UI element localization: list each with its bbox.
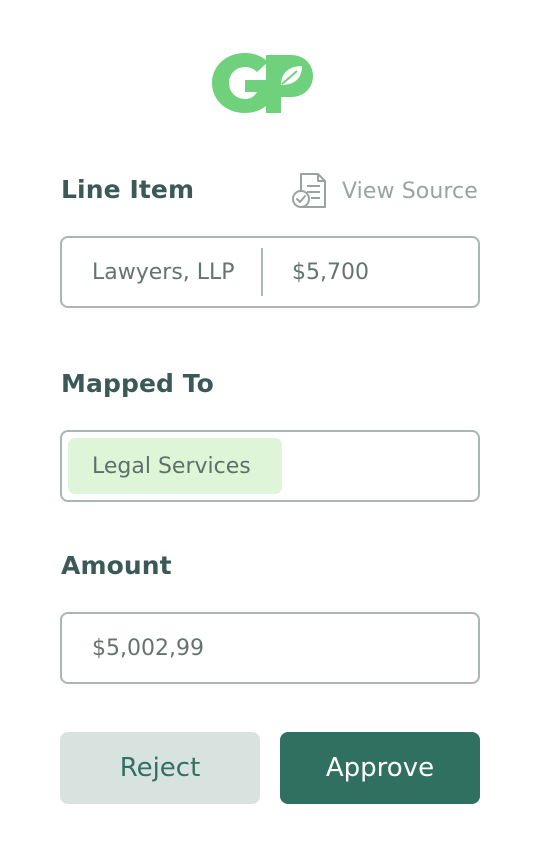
vendor-name: Lawyers, LLP xyxy=(92,259,235,285)
line-item-amount: $5,700 xyxy=(292,259,369,285)
field-divider xyxy=(261,248,263,296)
amount-value: $5,002,99 xyxy=(92,635,204,661)
gp-logo xyxy=(212,53,313,113)
amount-field[interactable]: $5,002,99 xyxy=(60,612,480,684)
view-source-label: View Source xyxy=(342,178,478,204)
mapped-to-field[interactable]: Legal Services xyxy=(60,430,480,502)
reject-button[interactable]: Reject xyxy=(60,732,260,804)
amount-label: Amount xyxy=(61,551,172,580)
line-item-label: Line Item xyxy=(61,175,195,204)
document-check-icon xyxy=(292,173,326,208)
approve-button[interactable]: Approve xyxy=(280,732,480,804)
line-item-field: Lawyers, LLP $5,700 xyxy=(60,236,480,308)
category-tag-label: Legal Services xyxy=(92,453,251,479)
mapped-to-label: Mapped To xyxy=(61,369,214,398)
category-tag[interactable]: Legal Services xyxy=(68,438,282,494)
view-source-link[interactable]: View Source xyxy=(291,172,478,210)
